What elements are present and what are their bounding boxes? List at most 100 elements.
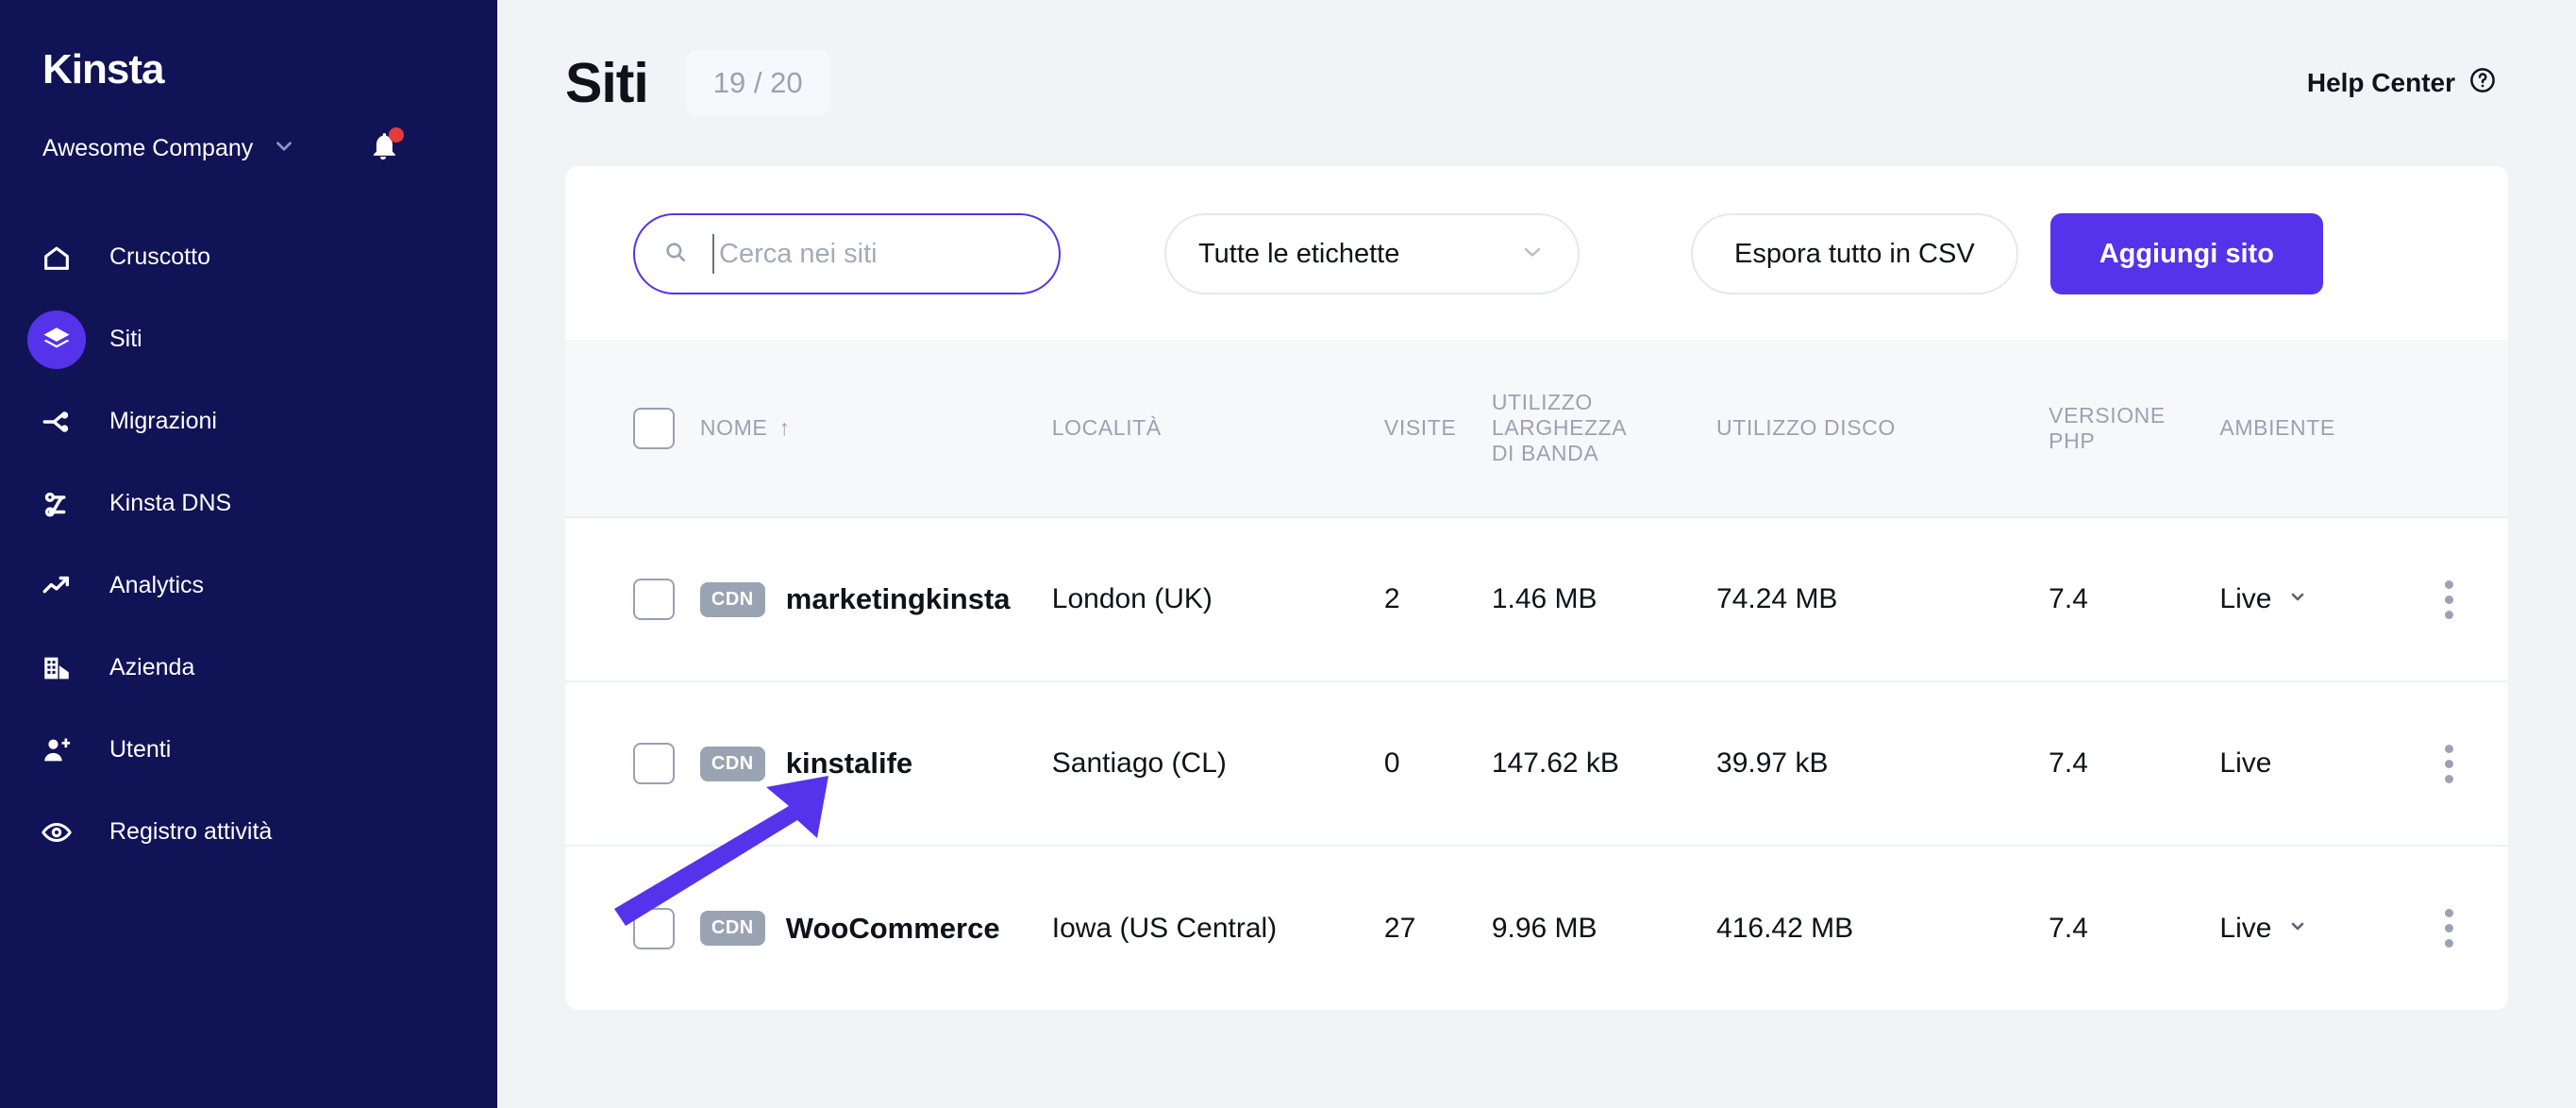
- add-site-button[interactable]: Aggiungi sito: [2050, 213, 2323, 294]
- cdn-badge: CDN: [700, 747, 765, 781]
- site-name-cell: CDN WooCommerce: [700, 846, 1052, 1010]
- sidebar-item-migrazioni[interactable]: Migrazioni: [0, 380, 497, 462]
- site-php-version: 7.4: [2049, 681, 2219, 846]
- sidebar-item-label: Azienda: [109, 654, 194, 681]
- site-visits: 2: [1384, 517, 1492, 681]
- site-name-link[interactable]: kinstalife: [786, 747, 912, 781]
- site-php-version: 7.4: [2049, 846, 2219, 1010]
- site-name-link[interactable]: marketingkinsta: [786, 582, 1011, 616]
- column-header-localita[interactable]: LOCALITÀ: [1052, 340, 1384, 517]
- column-label-line2: PHP: [2049, 428, 2219, 454]
- select-all-header: [565, 340, 700, 517]
- column-header-larghezza-banda[interactable]: UTILIZZO LARGHEZZA DI BANDA: [1492, 340, 1716, 517]
- sites-card: Cerca nei siti Tutte le etichette Espora…: [565, 166, 2508, 1010]
- site-php-version: 7.4: [2049, 517, 2219, 681]
- user-plus-icon: [36, 730, 77, 771]
- column-header-ambiente[interactable]: AMBIENTE: [2219, 340, 2390, 517]
- more-options-icon[interactable]: [2391, 580, 2508, 619]
- sidebar-item-analytics[interactable]: Analytics: [0, 545, 497, 627]
- table-header-row: NOME ↑ LOCALITÀ VISITE UTILIZZO LARGHEZZ…: [565, 340, 2508, 517]
- sidebar-item-cruscotto[interactable]: Cruscotto: [0, 216, 497, 298]
- column-label-line1: VERSIONE: [2049, 403, 2219, 428]
- sites-table: NOME ↑ LOCALITÀ VISITE UTILIZZO LARGHEZZ…: [565, 340, 2508, 1010]
- notifications-button[interactable]: [367, 130, 399, 167]
- row-checkbox[interactable]: [633, 579, 675, 620]
- environment-value: Live: [2219, 583, 2271, 615]
- search-placeholder: Cerca nei siti: [719, 239, 878, 270]
- more-options-icon[interactable]: [2391, 909, 2508, 948]
- column-header-nome[interactable]: NOME ↑: [700, 340, 1052, 517]
- site-bandwidth: 1.46 MB: [1492, 517, 1716, 681]
- cdn-badge: CDN: [700, 911, 765, 946]
- chevron-down-icon: [2286, 913, 2309, 945]
- sites-toolbar: Cerca nei siti Tutte le etichette Espora…: [565, 166, 2508, 340]
- organization-name: Awesome Company: [42, 135, 253, 162]
- page-title: Siti: [565, 51, 648, 115]
- column-label-line3: DI BANDA: [1492, 441, 1716, 466]
- table-row[interactable]: CDN WooCommerce Iowa (US Central) 27 9.9…: [565, 846, 2508, 1010]
- table-head: NOME ↑ LOCALITÀ VISITE UTILIZZO LARGHEZZ…: [565, 340, 2508, 517]
- search-input[interactable]: Cerca nei siti: [633, 213, 1061, 294]
- sidebar-item-utenti[interactable]: Utenti: [0, 709, 497, 791]
- chevron-down-icon: [272, 134, 296, 163]
- sidebar-item-label: Kinsta DNS: [109, 490, 231, 517]
- site-name-cell: CDN kinstalife: [700, 681, 1052, 846]
- sidebar-item-registro-attivita[interactable]: Registro attività: [0, 791, 497, 873]
- column-label: NOME: [700, 415, 767, 441]
- sidebar-item-label: Analytics: [109, 572, 204, 599]
- site-location: Iowa (US Central): [1052, 846, 1384, 1010]
- sidebar-item-label: Migrazioni: [109, 408, 217, 435]
- page-header: Siti 19 / 20 Help Center: [497, 0, 2576, 166]
- search-icon: [663, 240, 688, 269]
- notification-badge: [389, 127, 404, 143]
- row-select-cell: [565, 681, 700, 846]
- export-csv-button[interactable]: Espora tutto in CSV: [1691, 213, 2018, 294]
- site-environment-cell[interactable]: Live: [2219, 846, 2390, 1010]
- eye-icon: [36, 812, 77, 853]
- more-options-icon[interactable]: [2391, 745, 2508, 783]
- column-header-versione-php[interactable]: VERSIONE PHP: [2049, 340, 2219, 517]
- table-row[interactable]: CDN marketingkinsta London (UK) 2 1.46 M…: [565, 517, 2508, 681]
- select-all-checkbox[interactable]: [633, 408, 675, 449]
- building-icon: [36, 647, 77, 689]
- dns-icon: [36, 483, 77, 525]
- column-label-line2: LARGHEZZA: [1492, 415, 1716, 441]
- chevron-down-icon: [1519, 239, 1546, 270]
- label-filter-value: Tutte le etichette: [1198, 239, 1399, 270]
- trending-up-icon: [36, 565, 77, 607]
- site-count-badge: 19 / 20: [686, 50, 830, 116]
- sidebar: Kinsta Awesome Company Cruscotto: [0, 0, 497, 1108]
- layers-icon: [27, 311, 86, 369]
- help-center-link[interactable]: Help Center: [2307, 66, 2497, 101]
- label-filter-select[interactable]: Tutte le etichette: [1164, 213, 1580, 294]
- organization-switcher[interactable]: Awesome Company: [42, 130, 439, 167]
- table-row[interactable]: CDN kinstalife Santiago (CL) 0 147.62 kB…: [565, 681, 2508, 846]
- chevron-down-icon: [2286, 583, 2309, 615]
- sidebar-item-azienda[interactable]: Azienda: [0, 627, 497, 709]
- sidebar-item-kinsta-dns[interactable]: Kinsta DNS: [0, 462, 497, 545]
- row-actions-cell: [2391, 517, 2508, 681]
- table-body: CDN marketingkinsta London (UK) 2 1.46 M…: [565, 517, 2508, 1010]
- column-header-utilizzo-disco[interactable]: UTILIZZO DISCO: [1716, 340, 2049, 517]
- row-select-cell: [565, 846, 700, 1010]
- column-header-visite[interactable]: VISITE: [1384, 340, 1492, 517]
- main-content: Siti 19 / 20 Help Center Cerca nei siti: [497, 0, 2576, 1108]
- site-visits: 0: [1384, 681, 1492, 846]
- cdn-badge: CDN: [700, 582, 765, 617]
- column-label-line1: UTILIZZO: [1492, 390, 1716, 415]
- site-environment-cell[interactable]: Live: [2219, 517, 2390, 681]
- column-header-actions: [2391, 340, 2508, 517]
- sidebar-nav: Cruscotto Siti Migrazioni Kinsta DNS: [0, 216, 497, 873]
- text-cursor: [712, 234, 714, 274]
- home-icon: [36, 237, 77, 278]
- kinsta-logo[interactable]: Kinsta: [42, 49, 497, 91]
- site-disk: 74.24 MB: [1716, 517, 2049, 681]
- site-name-link[interactable]: WooCommerce: [786, 912, 1000, 946]
- site-environment-cell[interactable]: Live: [2219, 681, 2390, 846]
- sidebar-item-label: Utenti: [109, 736, 171, 764]
- row-checkbox[interactable]: [633, 908, 675, 949]
- site-location: London (UK): [1052, 517, 1384, 681]
- row-checkbox[interactable]: [633, 743, 675, 784]
- sidebar-item-siti[interactable]: Siti: [0, 298, 497, 380]
- sidebar-item-label: Cruscotto: [109, 243, 210, 271]
